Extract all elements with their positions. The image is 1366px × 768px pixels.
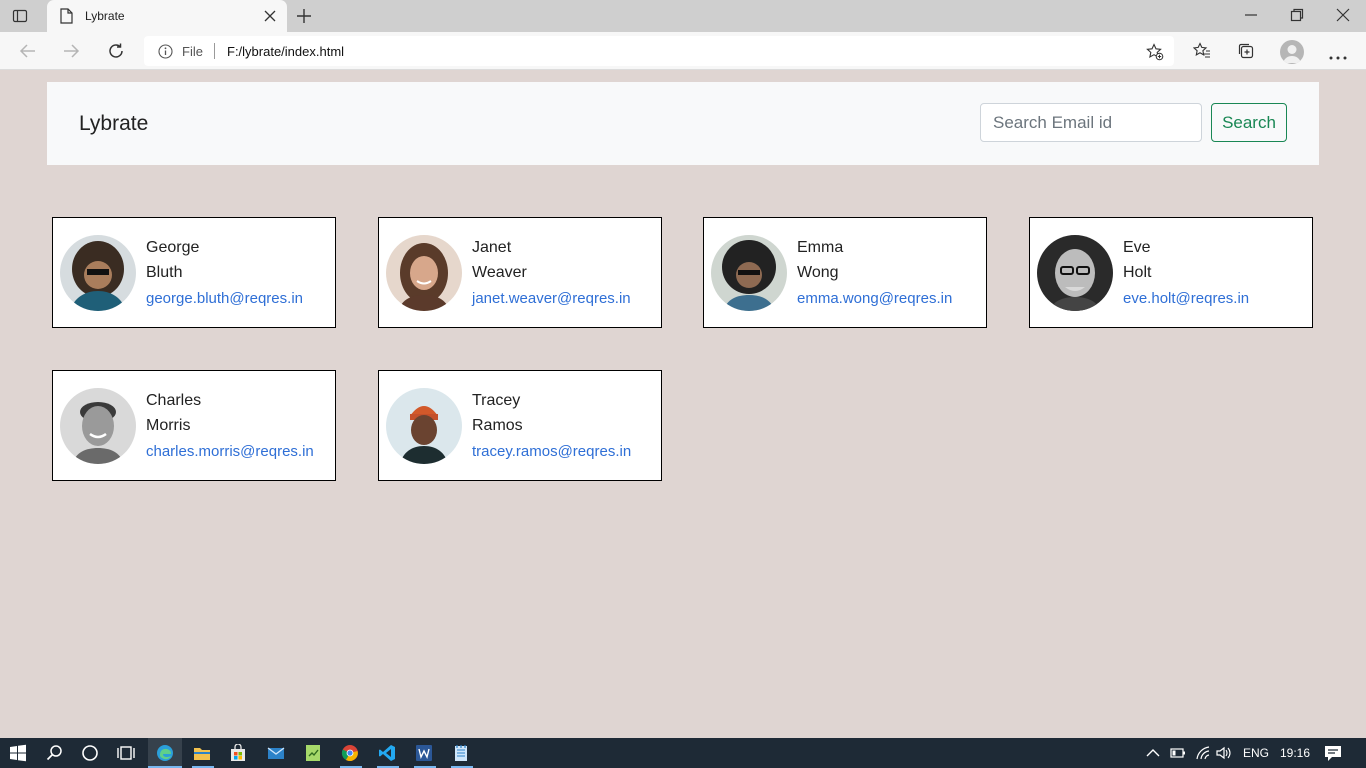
profile-avatar-icon[interactable] xyxy=(1280,40,1304,64)
user-first-name: George xyxy=(146,239,200,256)
user-card: Eve Holt eve.holt@reqres.in xyxy=(1029,217,1313,328)
forward-icon[interactable] xyxy=(62,42,80,65)
browser-tab-bar: Lybrate xyxy=(0,0,1366,32)
word-icon[interactable] xyxy=(415,744,433,762)
clock[interactable]: 19:16 xyxy=(1280,746,1310,760)
user-last-name: Holt xyxy=(1123,264,1152,281)
user-card: Tracey Ramos tracey.ramos@reqres.in xyxy=(378,370,662,481)
user-first-name: Charles xyxy=(146,392,202,409)
info-icon[interactable] xyxy=(158,44,173,64)
user-first-name: Emma xyxy=(797,239,844,256)
site-navbar: Lybrate Search xyxy=(47,82,1319,165)
user-last-name: Ramos xyxy=(472,417,523,434)
omnibox-divider xyxy=(214,43,215,59)
file-explorer-icon[interactable] xyxy=(193,744,211,762)
mail-icon[interactable] xyxy=(267,744,285,762)
user-email-link[interactable]: emma.wong@reqres.in xyxy=(797,290,952,307)
user-avatar-photo xyxy=(60,388,136,464)
collections-icon[interactable] xyxy=(1237,42,1255,65)
notifications-icon[interactable] xyxy=(1324,744,1342,762)
vscode-icon[interactable] xyxy=(378,744,396,762)
restore-icon[interactable] xyxy=(1290,8,1304,27)
search-email-input[interactable] xyxy=(980,103,1202,142)
user-last-name: Morris xyxy=(146,417,191,434)
user-card: Emma Wong emma.wong@reqres.in xyxy=(703,217,987,328)
new-tab-icon[interactable] xyxy=(296,8,312,29)
close-window-icon[interactable] xyxy=(1336,8,1350,27)
browser-toolbar: File F:/lybrate/index.html xyxy=(0,32,1366,70)
user-first-name: Janet xyxy=(472,239,512,256)
refresh-icon[interactable] xyxy=(107,42,125,65)
store-icon[interactable] xyxy=(229,743,247,762)
user-email-link[interactable]: tracey.ramos@reqres.in xyxy=(472,443,631,460)
user-email-link[interactable]: eve.holt@reqres.in xyxy=(1123,290,1249,307)
user-avatar-photo xyxy=(711,235,787,311)
user-avatar-photo xyxy=(386,235,462,311)
chevron-up-icon[interactable] xyxy=(1145,745,1161,761)
more-options-icon[interactable] xyxy=(1329,48,1347,66)
user-email-link[interactable]: charles.morris@reqres.in xyxy=(146,443,314,460)
address-bar[interactable]: File F:/lybrate/index.html xyxy=(144,36,1174,66)
volume-icon[interactable] xyxy=(1216,745,1232,761)
task-view-icon[interactable] xyxy=(117,744,135,762)
user-last-name: Bluth xyxy=(146,264,183,281)
minimize-icon[interactable] xyxy=(1244,8,1258,27)
user-email-link[interactable]: janet.weaver@reqres.in xyxy=(472,290,631,307)
user-first-name: Eve xyxy=(1123,239,1151,256)
user-last-name: Wong xyxy=(797,264,839,281)
user-last-name: Weaver xyxy=(472,264,527,281)
tab-lybrate[interactable]: Lybrate xyxy=(47,0,287,32)
favorites-icon[interactable] xyxy=(1192,42,1211,65)
battery-icon[interactable] xyxy=(1170,745,1186,761)
edge-browser-icon[interactable] xyxy=(156,744,174,762)
tab-actions-icon[interactable] xyxy=(12,8,28,24)
user-first-name: Tracey xyxy=(472,392,521,409)
url-text[interactable]: F:/lybrate/index.html xyxy=(227,44,344,59)
chrome-icon[interactable] xyxy=(341,744,359,762)
user-avatar-photo xyxy=(386,388,462,464)
close-tab-icon[interactable] xyxy=(263,9,277,28)
notepad-icon[interactable] xyxy=(452,744,470,762)
search-button[interactable]: Search xyxy=(1211,103,1287,142)
user-card: Charles Morris charles.morris@reqres.in xyxy=(52,370,336,481)
tab-title: Lybrate xyxy=(85,9,125,23)
url-scheme: File xyxy=(182,44,203,59)
search-icon[interactable] xyxy=(46,744,64,762)
add-favorite-icon[interactable] xyxy=(1146,43,1164,66)
notepad-plus-plus-icon[interactable] xyxy=(304,744,322,762)
windows-taskbar: ENG 19:16 xyxy=(0,738,1366,768)
start-icon[interactable] xyxy=(9,744,27,762)
back-icon[interactable] xyxy=(19,42,37,65)
input-language[interactable]: ENG xyxy=(1243,746,1269,760)
brand-title[interactable]: Lybrate xyxy=(79,112,148,136)
wifi-icon[interactable] xyxy=(1195,745,1211,761)
cortana-icon[interactable] xyxy=(81,744,99,762)
user-card: Janet Weaver janet.weaver@reqres.in xyxy=(378,217,662,328)
page-icon xyxy=(59,8,73,29)
user-avatar-photo xyxy=(60,235,136,311)
user-email-link[interactable]: george.bluth@reqres.in xyxy=(146,290,303,307)
user-card: George Bluth george.bluth@reqres.in xyxy=(52,217,336,328)
user-avatar-photo xyxy=(1037,235,1113,311)
